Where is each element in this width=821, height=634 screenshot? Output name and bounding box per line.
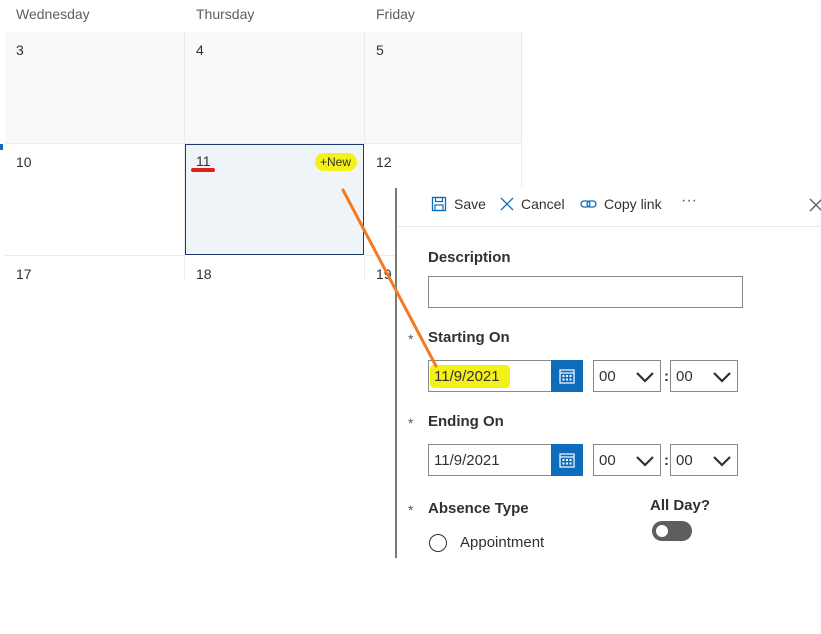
toggle-knob: [656, 525, 668, 537]
day-header-friday: Friday: [376, 6, 415, 22]
calendar-cell-17[interactable]: 17: [5, 256, 185, 282]
description-input[interactable]: [428, 276, 743, 308]
calendar-cell-3[interactable]: 3: [5, 32, 185, 144]
starting-on-label: Starting On: [428, 329, 510, 346]
ending-hour-value: 00: [599, 452, 616, 469]
ending-date-value: 11/9/2021: [434, 452, 500, 469]
day-number: 17: [16, 266, 32, 282]
calendar-cell-18[interactable]: 18: [185, 256, 365, 282]
required-marker: *: [408, 415, 414, 431]
day-number: 12: [376, 154, 392, 170]
day-number: 4: [196, 42, 204, 58]
description-label: Description: [428, 249, 511, 266]
save-icon: [431, 196, 447, 212]
chevron-down-icon: [636, 372, 654, 383]
ending-date-input[interactable]: 11/9/2021: [428, 444, 583, 476]
cancel-label: Cancel: [521, 196, 565, 212]
copy-link-label: Copy link: [604, 196, 662, 212]
calendar-cell-10[interactable]: 10: [5, 144, 185, 256]
save-button[interactable]: Save: [431, 196, 486, 212]
appointment-radio-label: Appointment: [460, 534, 545, 551]
day-number: 11: [196, 153, 211, 169]
day-number: 19: [376, 266, 392, 282]
calendar-icon: [559, 453, 575, 468]
day-header-thursday: Thursday: [196, 6, 255, 22]
day-number: 10: [16, 154, 32, 170]
calendar-cell-5[interactable]: 5: [365, 32, 522, 144]
starting-minute-value: 00: [676, 368, 693, 385]
ending-hour-select[interactable]: 00: [593, 444, 661, 476]
panel-toolbar: Save Cancel Copy link ···: [397, 188, 821, 227]
day-number: 3: [16, 42, 24, 58]
chevron-down-icon: [636, 456, 654, 467]
starting-minute-select[interactable]: 00: [670, 360, 738, 392]
day-number: 5: [376, 42, 384, 58]
ending-date-picker-button[interactable]: [551, 444, 583, 476]
required-marker: *: [408, 331, 414, 347]
appointment-radio[interactable]: [429, 534, 447, 552]
starting-date-picker-button[interactable]: [551, 360, 583, 392]
today-accent-bar: [0, 144, 3, 150]
annotation-underline: [191, 168, 215, 172]
chevron-down-icon: [713, 456, 731, 467]
required-marker: *: [408, 502, 414, 518]
calendar-cell-4[interactable]: 4: [185, 32, 365, 144]
all-day-toggle[interactable]: [652, 521, 692, 541]
close-panel-button[interactable]: [809, 198, 821, 217]
new-event-button[interactable]: +New: [314, 153, 357, 171]
time-separator: :: [664, 452, 669, 469]
starting-date-value: 11/9/2021: [430, 365, 510, 388]
save-label: Save: [454, 196, 486, 212]
chevron-down-icon: [713, 372, 731, 383]
close-icon: [500, 197, 514, 211]
absence-type-label: Absence Type: [428, 500, 529, 517]
close-icon: [809, 198, 821, 212]
time-separator: :: [664, 368, 669, 385]
ending-minute-value: 00: [676, 452, 693, 469]
starting-date-input[interactable]: 11/9/2021: [428, 360, 583, 392]
ending-minute-select[interactable]: 00: [670, 444, 738, 476]
calendar-icon: [559, 369, 575, 384]
more-options-button[interactable]: ···: [681, 192, 697, 210]
starting-hour-select[interactable]: 00: [593, 360, 661, 392]
calendar-cell-11-selected[interactable]: 11 +New: [185, 144, 364, 255]
copy-link-button[interactable]: Copy link: [580, 196, 662, 212]
day-number: 18: [196, 266, 212, 282]
starting-hour-value: 00: [599, 368, 616, 385]
event-edit-panel: Save Cancel Copy link ··· Description * …: [395, 188, 821, 558]
all-day-label: All Day?: [650, 497, 711, 514]
day-header-wednesday: Wednesday: [16, 6, 90, 22]
ending-on-label: Ending On: [428, 413, 504, 430]
link-icon: [580, 200, 597, 208]
cancel-button[interactable]: Cancel: [500, 196, 565, 212]
